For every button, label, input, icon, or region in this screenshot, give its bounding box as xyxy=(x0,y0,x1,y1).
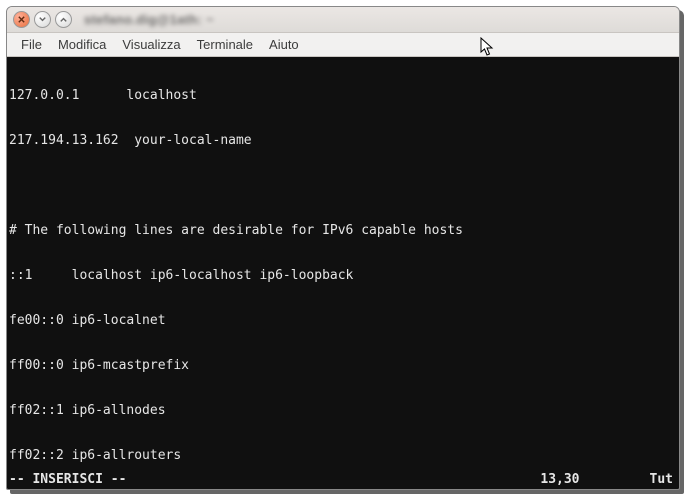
file-line: # The following lines are desirable for … xyxy=(9,223,677,238)
menu-file[interactable]: File xyxy=(13,34,50,55)
file-line: ff00::0 ip6-mcastprefix xyxy=(9,358,677,373)
vim-statusbar: -- INSERISCI -- 13,30 Tut xyxy=(9,472,677,487)
file-line: 217.194.13.162 your-local-name xyxy=(9,133,677,148)
file-line xyxy=(9,178,677,193)
maximize-icon xyxy=(58,14,69,25)
menu-aiuto[interactable]: Aiuto xyxy=(261,34,307,55)
terminal-area[interactable]: 127.0.0.1 localhost 217.194.13.162 your-… xyxy=(7,57,679,489)
window-title: stefano.dig@1ath: ~ xyxy=(84,12,214,27)
file-line: ::1 localhost ip6-localhost ip6-loopback xyxy=(9,268,677,283)
terminal-window: stefano.dig@1ath: ~ File Modifica Visual… xyxy=(6,6,680,490)
window-maximize-button[interactable] xyxy=(55,11,72,28)
menu-terminale[interactable]: Terminale xyxy=(189,34,261,55)
vim-scroll-indicator: Tut xyxy=(650,472,673,487)
file-line: 127.0.0.1 localhost xyxy=(9,88,677,103)
window-close-button[interactable] xyxy=(13,11,30,28)
file-line: ff02::1 ip6-allnodes xyxy=(9,403,677,418)
file-line: ff02::2 ip6-allrouters xyxy=(9,448,677,463)
window-titlebar[interactable]: stefano.dig@1ath: ~ xyxy=(7,7,679,33)
vim-cursor-position: 13,30 xyxy=(540,472,579,487)
file-line: fe00::0 ip6-localnet xyxy=(9,313,677,328)
close-icon xyxy=(17,15,26,24)
menu-modifica[interactable]: Modifica xyxy=(50,34,114,55)
vim-mode: -- INSERISCI -- xyxy=(9,472,126,487)
menubar: File Modifica Visualizza Terminale Aiuto xyxy=(7,33,679,57)
window-minimize-button[interactable] xyxy=(34,11,51,28)
minimize-icon xyxy=(37,14,48,25)
menu-visualizza[interactable]: Visualizza xyxy=(114,34,188,55)
